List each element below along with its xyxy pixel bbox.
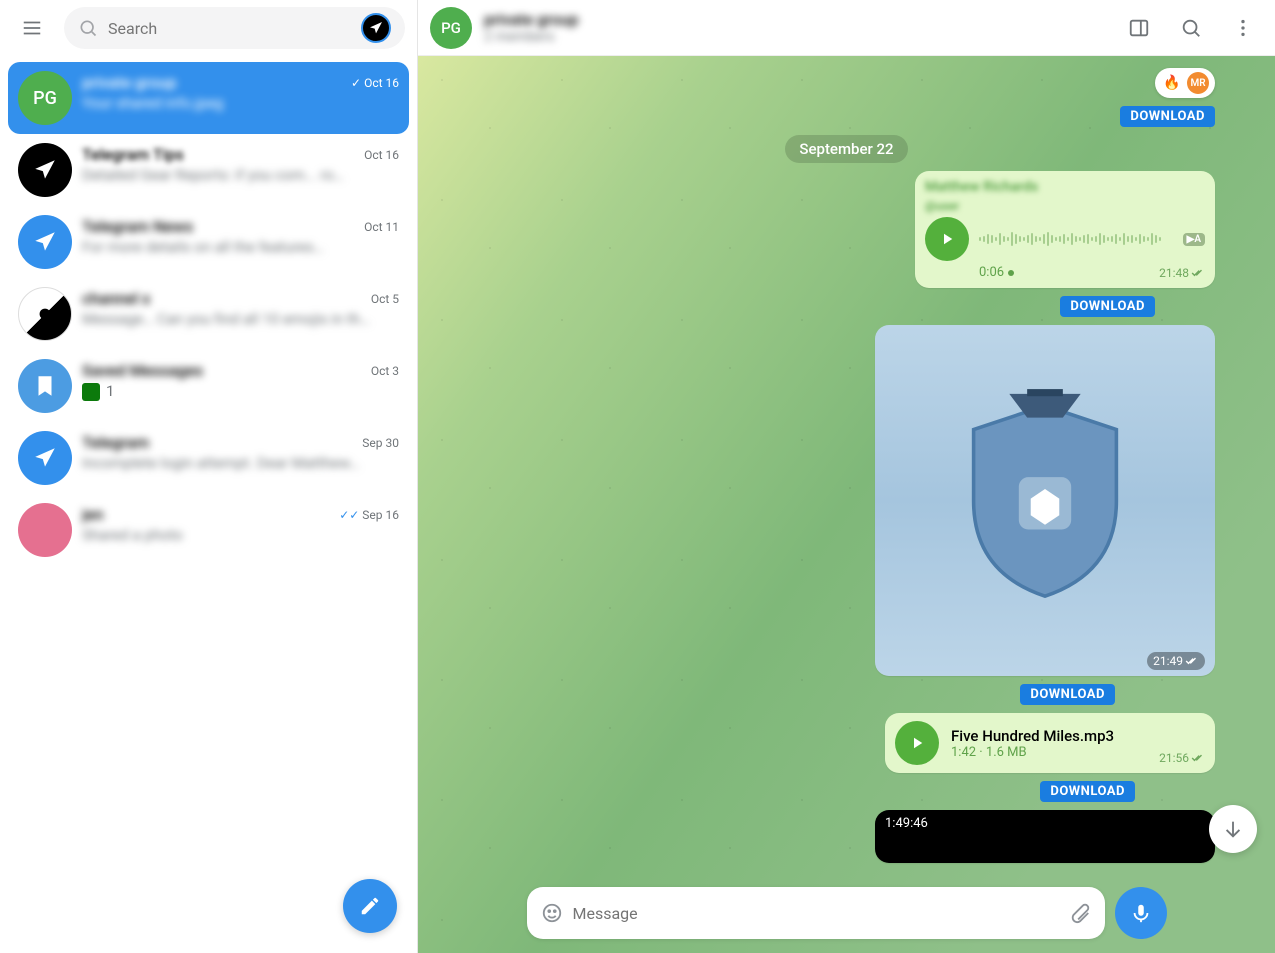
shield-icon — [926, 378, 1164, 624]
avatar — [18, 431, 72, 485]
avatar — [18, 503, 72, 557]
new-message-button[interactable] — [343, 879, 397, 933]
chat-preview: For more details on all the features… — [82, 238, 399, 256]
search-box[interactable] — [64, 7, 405, 49]
image-content — [875, 325, 1215, 676]
messages-container: 🔥 MR DOWNLOAD September 22 Matthew Richa… — [418, 56, 1275, 953]
chat-preview: Message… Can you find all 10 emojis in t… — [82, 310, 399, 328]
chat-list-sidebar: PG private group ✓ Oct 16 Your shared in… — [0, 0, 418, 953]
voice-sender-name: Matthew Richards — [925, 179, 1205, 195]
message-time: 21:49 — [1147, 652, 1205, 670]
chat-date: Oct 3 — [371, 364, 399, 378]
avatar — [18, 143, 72, 197]
chat-date: ✓ Oct 16 — [351, 76, 399, 90]
chat-preview: 1 — [82, 382, 399, 401]
message-composer — [527, 887, 1167, 939]
search-in-chat-button[interactable] — [1171, 8, 1211, 48]
chat-date: Oct 16 — [364, 148, 399, 162]
voice-waveform[interactable] — [979, 227, 1173, 251]
image-message-bubble[interactable]: 21:49 — [875, 325, 1215, 676]
voice-duration: 0:06 — [979, 265, 1014, 280]
message-time: 21:48 — [1159, 266, 1205, 280]
sidebar-toggle-button[interactable] — [1119, 8, 1159, 48]
chat-list-item[interactable]: Telegram News Oct 11 For more details on… — [8, 206, 409, 278]
voice-message-bubble[interactable]: Matthew Richards @user ▶A 0:06 21:48 — [915, 171, 1215, 288]
voice-record-button[interactable] — [1115, 887, 1167, 939]
chat-list-item[interactable]: PG private group ✓ Oct 16 Your shared in… — [8, 62, 409, 134]
fire-reaction-icon: 🔥 — [1161, 72, 1183, 94]
date-separator: September 22 — [785, 135, 907, 163]
chat-date: Sep 30 — [362, 436, 399, 450]
chat-date: Oct 5 — [371, 292, 399, 306]
sidebar-header — [0, 0, 417, 56]
download-label[interactable]: DOWNLOAD — [1120, 106, 1215, 127]
avatar: PG — [430, 7, 472, 49]
chat-title: Telegram News — [82, 217, 193, 236]
avatar: PG — [18, 71, 72, 125]
scroll-to-bottom-button[interactable] — [1209, 805, 1257, 853]
chat-title: jen — [82, 505, 104, 524]
attach-icon[interactable] — [1069, 902, 1091, 924]
composer-input-box[interactable] — [527, 887, 1105, 939]
chat-title: channel x — [82, 289, 150, 308]
search-icon — [78, 18, 98, 38]
play-button[interactable] — [895, 721, 939, 765]
emoji-icon[interactable] — [541, 902, 563, 924]
avatar — [18, 287, 72, 341]
video-duration: 1:49:46 — [885, 816, 928, 831]
search-app-badge[interactable] — [361, 13, 391, 43]
chat-header[interactable]: PG private group 2 members — [418, 0, 1275, 56]
chat-header-subtitle: 2 members — [484, 29, 1107, 45]
download-label[interactable]: DOWNLOAD — [1040, 781, 1135, 802]
play-button[interactable] — [925, 217, 969, 261]
avatar — [18, 215, 72, 269]
chat-header-info: private group 2 members — [484, 10, 1107, 45]
download-label[interactable]: DOWNLOAD — [1060, 296, 1155, 317]
chat-panel: PG private group 2 members 🔥 MR DOWNLOAD… — [418, 0, 1275, 953]
chat-title: Telegram — [82, 433, 149, 452]
chat-list: PG private group ✓ Oct 16 Your shared in… — [0, 56, 417, 953]
more-options-button[interactable] — [1223, 8, 1263, 48]
chat-title: private group — [82, 73, 177, 92]
chat-date: ✓✓ Sep 16 — [339, 508, 399, 522]
download-label[interactable]: DOWNLOAD — [1020, 684, 1115, 705]
audio-title: Five Hundred Miles.mp3 — [951, 727, 1147, 745]
chat-preview: Your shared info.jpeg — [82, 94, 399, 112]
chat-list-item[interactable]: Telegram Tips Oct 16 Detailed Gear Repor… — [8, 134, 409, 206]
chat-title: Saved Messages — [82, 361, 203, 380]
square-emoji-icon — [82, 383, 100, 401]
voice-sender-handle: @user — [925, 199, 1205, 213]
avatar — [18, 359, 72, 413]
chat-list-item[interactable]: channel x Oct 5 Message… Can you find al… — [8, 278, 409, 350]
chat-list-item[interactable]: Saved Messages Oct 3 1 — [8, 350, 409, 422]
chat-date: Oct 11 — [364, 220, 399, 234]
chat-preview: Detailed Gear Reports: if you com... ro… — [82, 166, 399, 184]
audio-message-bubble[interactable]: Five Hundred Miles.mp3 1:42 · 1.6 MB 21:… — [885, 713, 1215, 773]
audio-meta: 1:42 · 1.6 MB — [951, 745, 1147, 760]
reaction-avatar: MR — [1187, 72, 1209, 94]
chat-area: 🔥 MR DOWNLOAD September 22 Matthew Richa… — [418, 56, 1275, 953]
chat-list-item[interactable]: jen ✓✓ Sep 16 Shared a photo — [8, 494, 409, 566]
chat-title: Telegram Tips — [82, 145, 184, 164]
search-input[interactable] — [108, 19, 351, 38]
chat-header-title: private group — [484, 10, 1107, 29]
chat-list-item[interactable]: Telegram Sep 30 Incomplete login attempt… — [8, 422, 409, 494]
reactions-bubble[interactable]: 🔥 MR — [1155, 68, 1215, 98]
message-input[interactable] — [573, 904, 1059, 923]
chat-preview: Shared a photo — [82, 526, 399, 544]
voice-speed-badge[interactable]: ▶A — [1183, 233, 1205, 246]
video-message-bubble[interactable]: 1:49:46 — [875, 810, 1215, 863]
chat-preview: Incomplete login attempt. Dear Matthew… — [82, 454, 399, 472]
menu-button[interactable] — [12, 8, 52, 48]
message-time: 21:56 — [1159, 751, 1205, 765]
